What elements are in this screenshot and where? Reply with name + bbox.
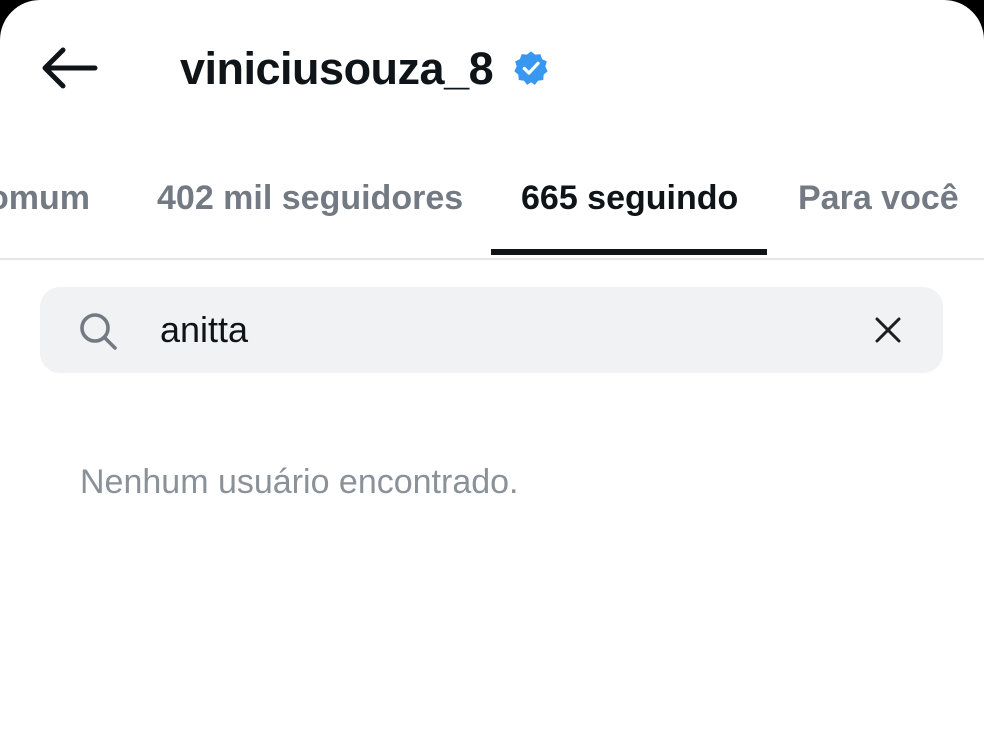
active-tab-indicator [491,249,767,255]
screen: viniciusouza_8 omum 402 mil seguidores 6… [0,0,984,743]
username-row: viniciusouza_8 [180,38,549,98]
search-input[interactable] [160,305,840,355]
no-results-message: Nenhum usuário encontrado. [80,463,519,501]
tab-em-comum[interactable]: omum [0,174,90,222]
arrow-left-icon [42,47,98,89]
follow-tabs: omum 402 mil seguidores 665 seguindo Par… [0,150,984,260]
tab-seguindo[interactable]: 665 seguindo [521,174,738,222]
tab-para-voce[interactable]: Para você [798,174,959,222]
profile-header: viniciusouza_8 [0,0,984,135]
clear-search-button[interactable] [866,308,910,352]
close-icon [875,317,901,343]
back-button[interactable] [30,36,108,100]
search-icon [80,313,117,350]
profile-username: viniciusouza_8 [180,42,494,94]
tab-seguidores[interactable]: 402 mil seguidores [157,174,463,222]
verified-badge-icon [513,50,549,86]
